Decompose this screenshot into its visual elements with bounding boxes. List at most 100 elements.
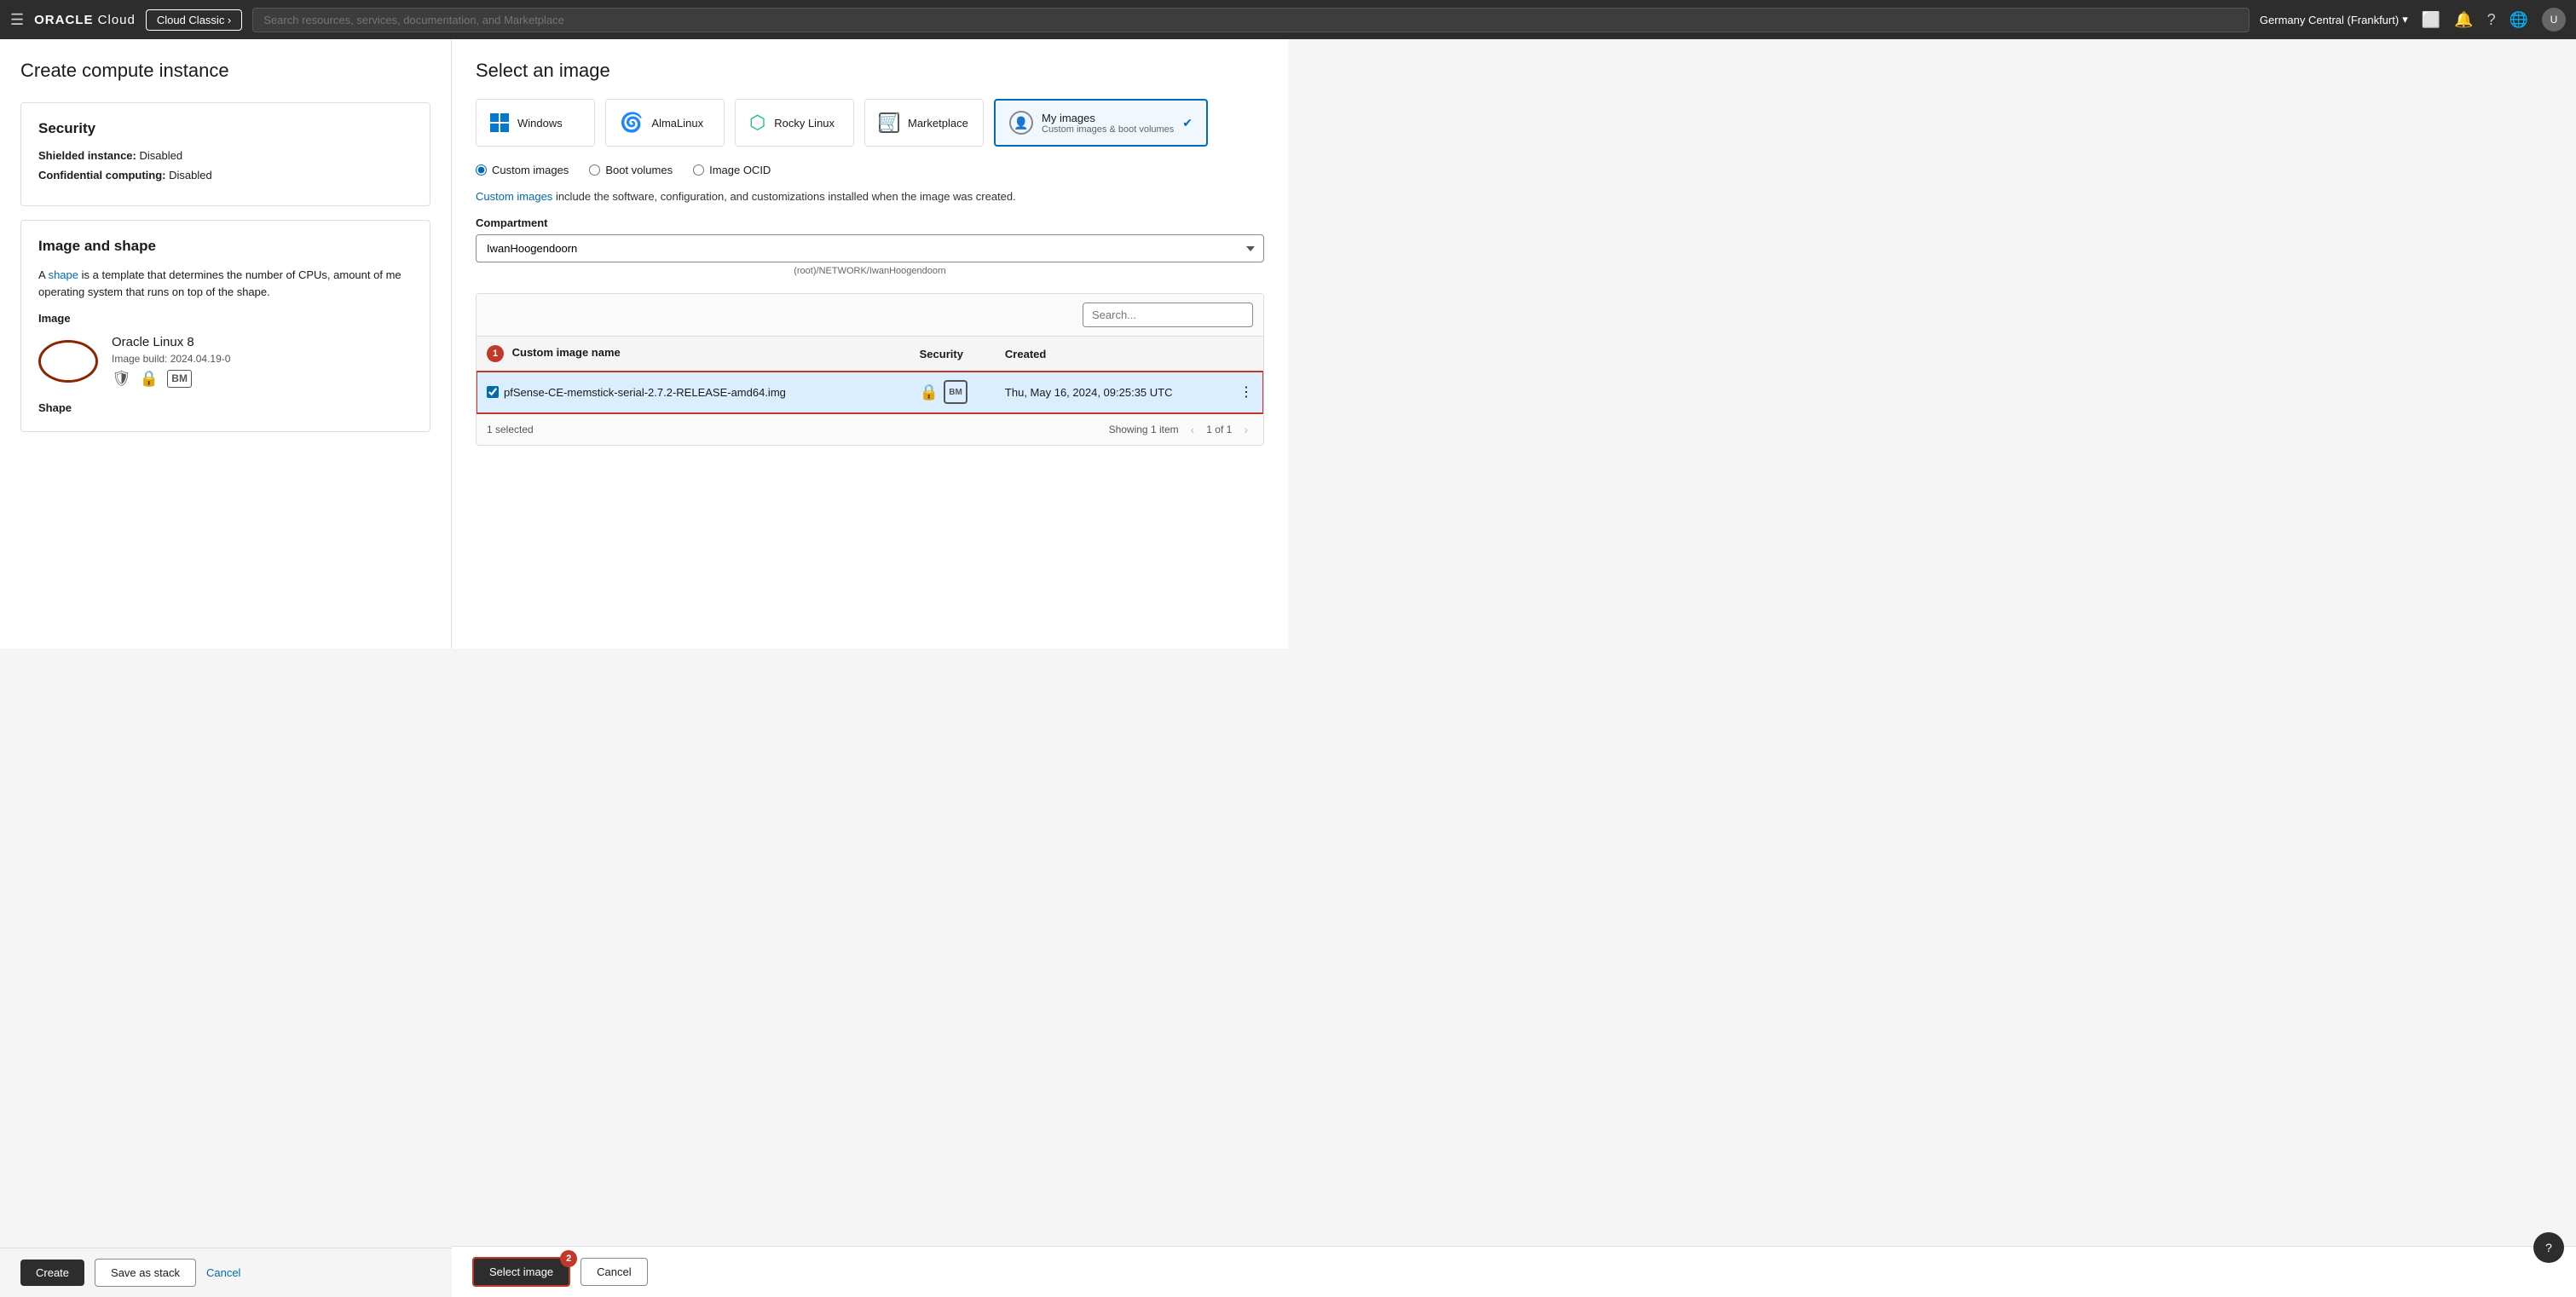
selected-count-label: 1 selected [487,424,534,435]
save-as-stack-button[interactable]: Save as stack [95,1259,196,1287]
region-label: Germany Central (Frankfurt) [2260,14,2399,26]
security-section-title: Security [38,120,413,137]
shielded-instance-field: Shielded instance: Disabled [38,149,413,162]
my-images-icon: 👤 [1009,111,1033,135]
col-header-security: Security [910,337,995,372]
image-icons: 🛡 🔒 BM [112,370,230,388]
cancel-modal-button[interactable]: Cancel [580,1258,647,1286]
avatar[interactable]: U [2542,8,2566,32]
select-image-label: Select image [489,1265,553,1278]
region-selector[interactable]: Germany Central (Frankfurt) ▾ [2260,13,2408,26]
tab-almalinux[interactable]: 🌀 AlmaLinux [605,99,725,147]
lock-security-icon: 🔒 [920,383,939,401]
row-action-menu-button[interactable]: ⋮ [1239,383,1253,401]
tab-my-images[interactable]: 👤 My images Custom images & boot volumes… [994,99,1208,147]
create-button[interactable]: Create [20,1260,84,1286]
shield-icon: 🛡 [112,370,131,388]
custom-images-info: Custom images include the software, conf… [476,190,1264,203]
custom-images-link[interactable]: Custom images [476,190,552,203]
step-badge: 2 [560,1250,577,1267]
hamburger-icon[interactable]: ☰ [10,11,24,29]
bell-icon[interactable]: 🔔 [2454,11,2473,29]
almalinux-icon: 🌀 [620,112,643,134]
page-title: Create compute instance [20,60,430,82]
col-header-name-label: Custom image name [512,346,621,359]
table-header-row: 1 Custom image name Security Created [477,337,1263,372]
confidential-computing-field: Confidential computing: Disabled [38,169,413,182]
tab-marketplace[interactable]: 🛒 Marketplace [864,99,984,147]
search-input[interactable] [252,8,2250,32]
radio-image-ocid-input[interactable] [693,164,704,176]
image-name: Oracle Linux 8 [112,335,230,349]
oracle-logo: ORACLE Cloud [34,13,136,27]
image-info: Oracle Linux 8 Image build: 2024.04.19-0… [112,335,230,388]
table-footer: 1 selected Showing 1 item ‹ 1 of 1 › [477,413,1263,445]
col-header-created: Created [995,337,1229,372]
custom-images-table: 1 Custom image name Security Created [476,293,1264,446]
radio-image-ocid[interactable]: Image OCID [693,164,771,176]
cloud-classic-button[interactable]: Cloud Classic › [146,9,242,31]
globe-icon[interactable]: 🌐 [2510,11,2528,29]
main-layout: Create compute instance Security Shielde… [0,39,1288,648]
tab-windows-label: Windows [517,117,563,130]
windows-icon [490,113,509,132]
row-number-header: 1 [487,346,512,359]
cancel-link[interactable]: Cancel [206,1266,240,1279]
tab-rocky-linux-label: Rocky Linux [774,117,835,130]
created-cell: Thu, May 16, 2024, 09:25:35 UTC [995,372,1229,413]
image-shape-title: Image and shape [38,238,413,255]
image-build: Image build: 2024.04.19-0 [112,353,230,365]
tab-rocky-linux[interactable]: ⬡ Rocky Linux [735,99,854,147]
row-count-badge: 1 [487,345,504,362]
row-actions-cell: ⋮ [1229,372,1263,413]
security-section: Security Shielded instance: Disabled Con… [20,102,430,206]
confidential-value: Disabled [169,169,212,182]
next-page-button[interactable]: › [1239,421,1253,438]
radio-boot-volumes-input[interactable] [589,164,600,176]
row-select-checkbox[interactable] [487,386,499,398]
terminal-icon[interactable]: ⬜ [2422,11,2440,29]
tab-almalinux-label: AlmaLinux [651,117,703,130]
compartment-label: Compartment [476,216,1264,229]
rocky-linux-icon: ⬡ [749,112,765,134]
help-icon[interactable]: ? [2487,11,2496,29]
top-navigation: ☰ ORACLE Cloud Cloud Classic › Germany C… [0,0,2576,39]
info-text-suffix: include the software, configuration, and… [556,190,1016,203]
modal-bottom-toolbar: Select image 2 Cancel [452,1246,2576,1297]
radio-boot-volumes-label: Boot volumes [605,164,673,176]
tab-windows[interactable]: Windows [476,99,595,147]
modal-title: Select an image [476,60,1264,82]
showing-label: Showing 1 item [1109,424,1179,435]
radio-custom-images[interactable]: Custom images [476,164,569,176]
tab-my-images-label: My images [1042,112,1174,124]
shape-link[interactable]: shape [49,268,78,281]
prev-page-button[interactable]: ‹ [1186,421,1200,438]
lock-icon: 🔒 [140,370,159,388]
security-cell: 🔒 BM [910,372,995,413]
image-filename-label: pfSense-CE-memstick-serial-2.7.2-RELEASE… [504,386,786,399]
oracle-linux-icon [38,340,98,383]
left-bottom-toolbar: Create Save as stack Cancel [0,1248,452,1297]
radio-boot-volumes[interactable]: Boot volumes [589,164,673,176]
image-display: Oracle Linux 8 Image build: 2024.04.19-0… [38,335,413,388]
page-label: 1 of 1 [1206,424,1232,435]
table-search-input[interactable] [1083,303,1253,327]
image-shape-description: A shape is a template that determines th… [38,267,413,300]
table-row[interactable]: pfSense-CE-memstick-serial-2.7.2-RELEASE… [477,372,1263,413]
help-float-button[interactable]: ? [2533,1232,2564,1263]
tab-my-images-sublabel: Custom images & boot volumes [1042,124,1174,135]
left-panel: Create compute instance Security Shielde… [0,39,452,648]
image-type-radio-group: Custom images Boot volumes Image OCID [476,164,1264,176]
radio-custom-images-input[interactable] [476,164,487,176]
image-label: Image [38,312,413,325]
pagination: Showing 1 item ‹ 1 of 1 › [1109,421,1253,438]
image-type-tabs: Windows 🌀 AlmaLinux ⬡ Rocky Linux 🛒 Mark… [476,99,1264,147]
right-panel: Select an image Windows 🌀 AlmaLinux [452,39,1288,648]
tab-marketplace-label: Marketplace [908,117,968,130]
compartment-path: (root)/NETWORK/IwanHoogendoorn [476,266,1264,276]
confidential-label: Confidential computing: [38,169,165,182]
shielded-value: Disabled [140,149,183,162]
compartment-select[interactable]: IwanHoogendoorn [476,234,1264,262]
select-image-button[interactable]: Select image 2 [472,1257,570,1287]
chevron-down-icon: ▾ [2402,13,2408,26]
